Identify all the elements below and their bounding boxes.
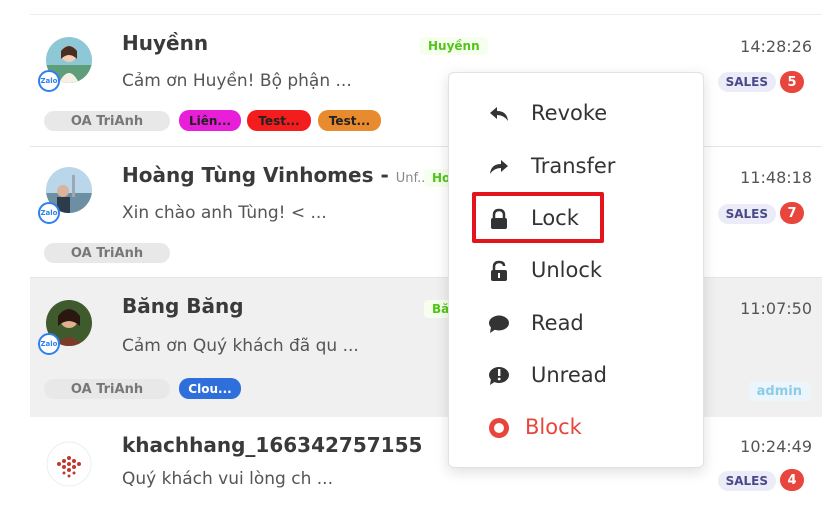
menu-item-label: Unlock xyxy=(531,258,603,282)
message-time: 11:48:18 xyxy=(740,168,812,187)
message-time: 14:28:26 xyxy=(740,37,812,56)
label-chip[interactable]: Clou... xyxy=(179,378,241,399)
menu-item-block[interactable]: Block xyxy=(449,408,703,448)
menu-item-label: Transfer xyxy=(531,154,616,178)
unread-count-badge: 5 xyxy=(780,71,804,93)
menu-item-unlock[interactable]: Unlock xyxy=(449,251,703,291)
reply-icon xyxy=(490,107,508,121)
menu-item-label: Block xyxy=(525,415,582,439)
sales-badge: SALES xyxy=(717,471,776,491)
sales-badge: SALES xyxy=(717,204,776,224)
contact-name: khachhang_166342757155 xyxy=(122,433,423,457)
message-time: 11:07:50 xyxy=(740,299,812,318)
lock-highlight-box xyxy=(472,192,604,243)
unread-count-badge: 4 xyxy=(780,469,804,491)
exclamation-bubble-icon xyxy=(489,367,509,385)
oa-badge: OA TriAnh xyxy=(44,243,170,263)
label-chip[interactable]: Test... xyxy=(247,110,311,131)
contact-tag: Huyềnn xyxy=(420,37,488,55)
menu-item-unread[interactable]: Unread xyxy=(449,356,703,396)
message-preview: Quý khách vui lòng ch ... xyxy=(122,469,333,489)
assignee-badge: admin xyxy=(748,382,810,401)
label-chip[interactable]: Liên... xyxy=(179,110,241,131)
menu-item-label: Revoke xyxy=(531,101,608,125)
menu-item-revoke[interactable]: Revoke xyxy=(449,94,703,134)
menu-item-label: Unread xyxy=(531,363,607,387)
forward-icon xyxy=(490,160,508,174)
sales-badge: SALES xyxy=(717,72,776,92)
unread-count-badge: 7 xyxy=(780,202,804,224)
menu-item-read[interactable]: Read xyxy=(449,304,703,344)
zalo-badge-icon: Zalo xyxy=(38,333,60,355)
block-icon xyxy=(489,418,509,438)
contact-name: Huyềnn xyxy=(122,31,209,55)
unlock-icon xyxy=(491,260,507,281)
zalo-badge-icon: Zalo xyxy=(38,202,60,224)
avatar xyxy=(46,441,92,487)
message-preview: Cảm ơn Quý khách đã qu ... xyxy=(122,336,359,356)
menu-item-label: Read xyxy=(531,311,584,335)
message-preview: Cảm ơn Huyền! Bộ phận ... xyxy=(122,71,352,91)
zalo-badge-icon: Zalo xyxy=(38,70,60,92)
label-chip[interactable]: Test... xyxy=(318,110,381,131)
message-preview: Xin chào anh Tùng! < ... xyxy=(122,203,327,223)
context-menu: Revoke Transfer Lock Unlock Read Unread … xyxy=(448,72,704,468)
contact-name: Băng Băng xyxy=(122,294,244,318)
oa-badge: OA TriAnh xyxy=(44,111,170,131)
oa-badge: OA TriAnh xyxy=(44,379,170,399)
menu-item-transfer[interactable]: Transfer xyxy=(449,147,703,187)
chat-bubble-icon xyxy=(489,315,509,333)
contact-name: Hoàng Tùng Vinhomes - Unf... xyxy=(122,163,430,187)
message-time: 10:24:49 xyxy=(740,437,812,456)
